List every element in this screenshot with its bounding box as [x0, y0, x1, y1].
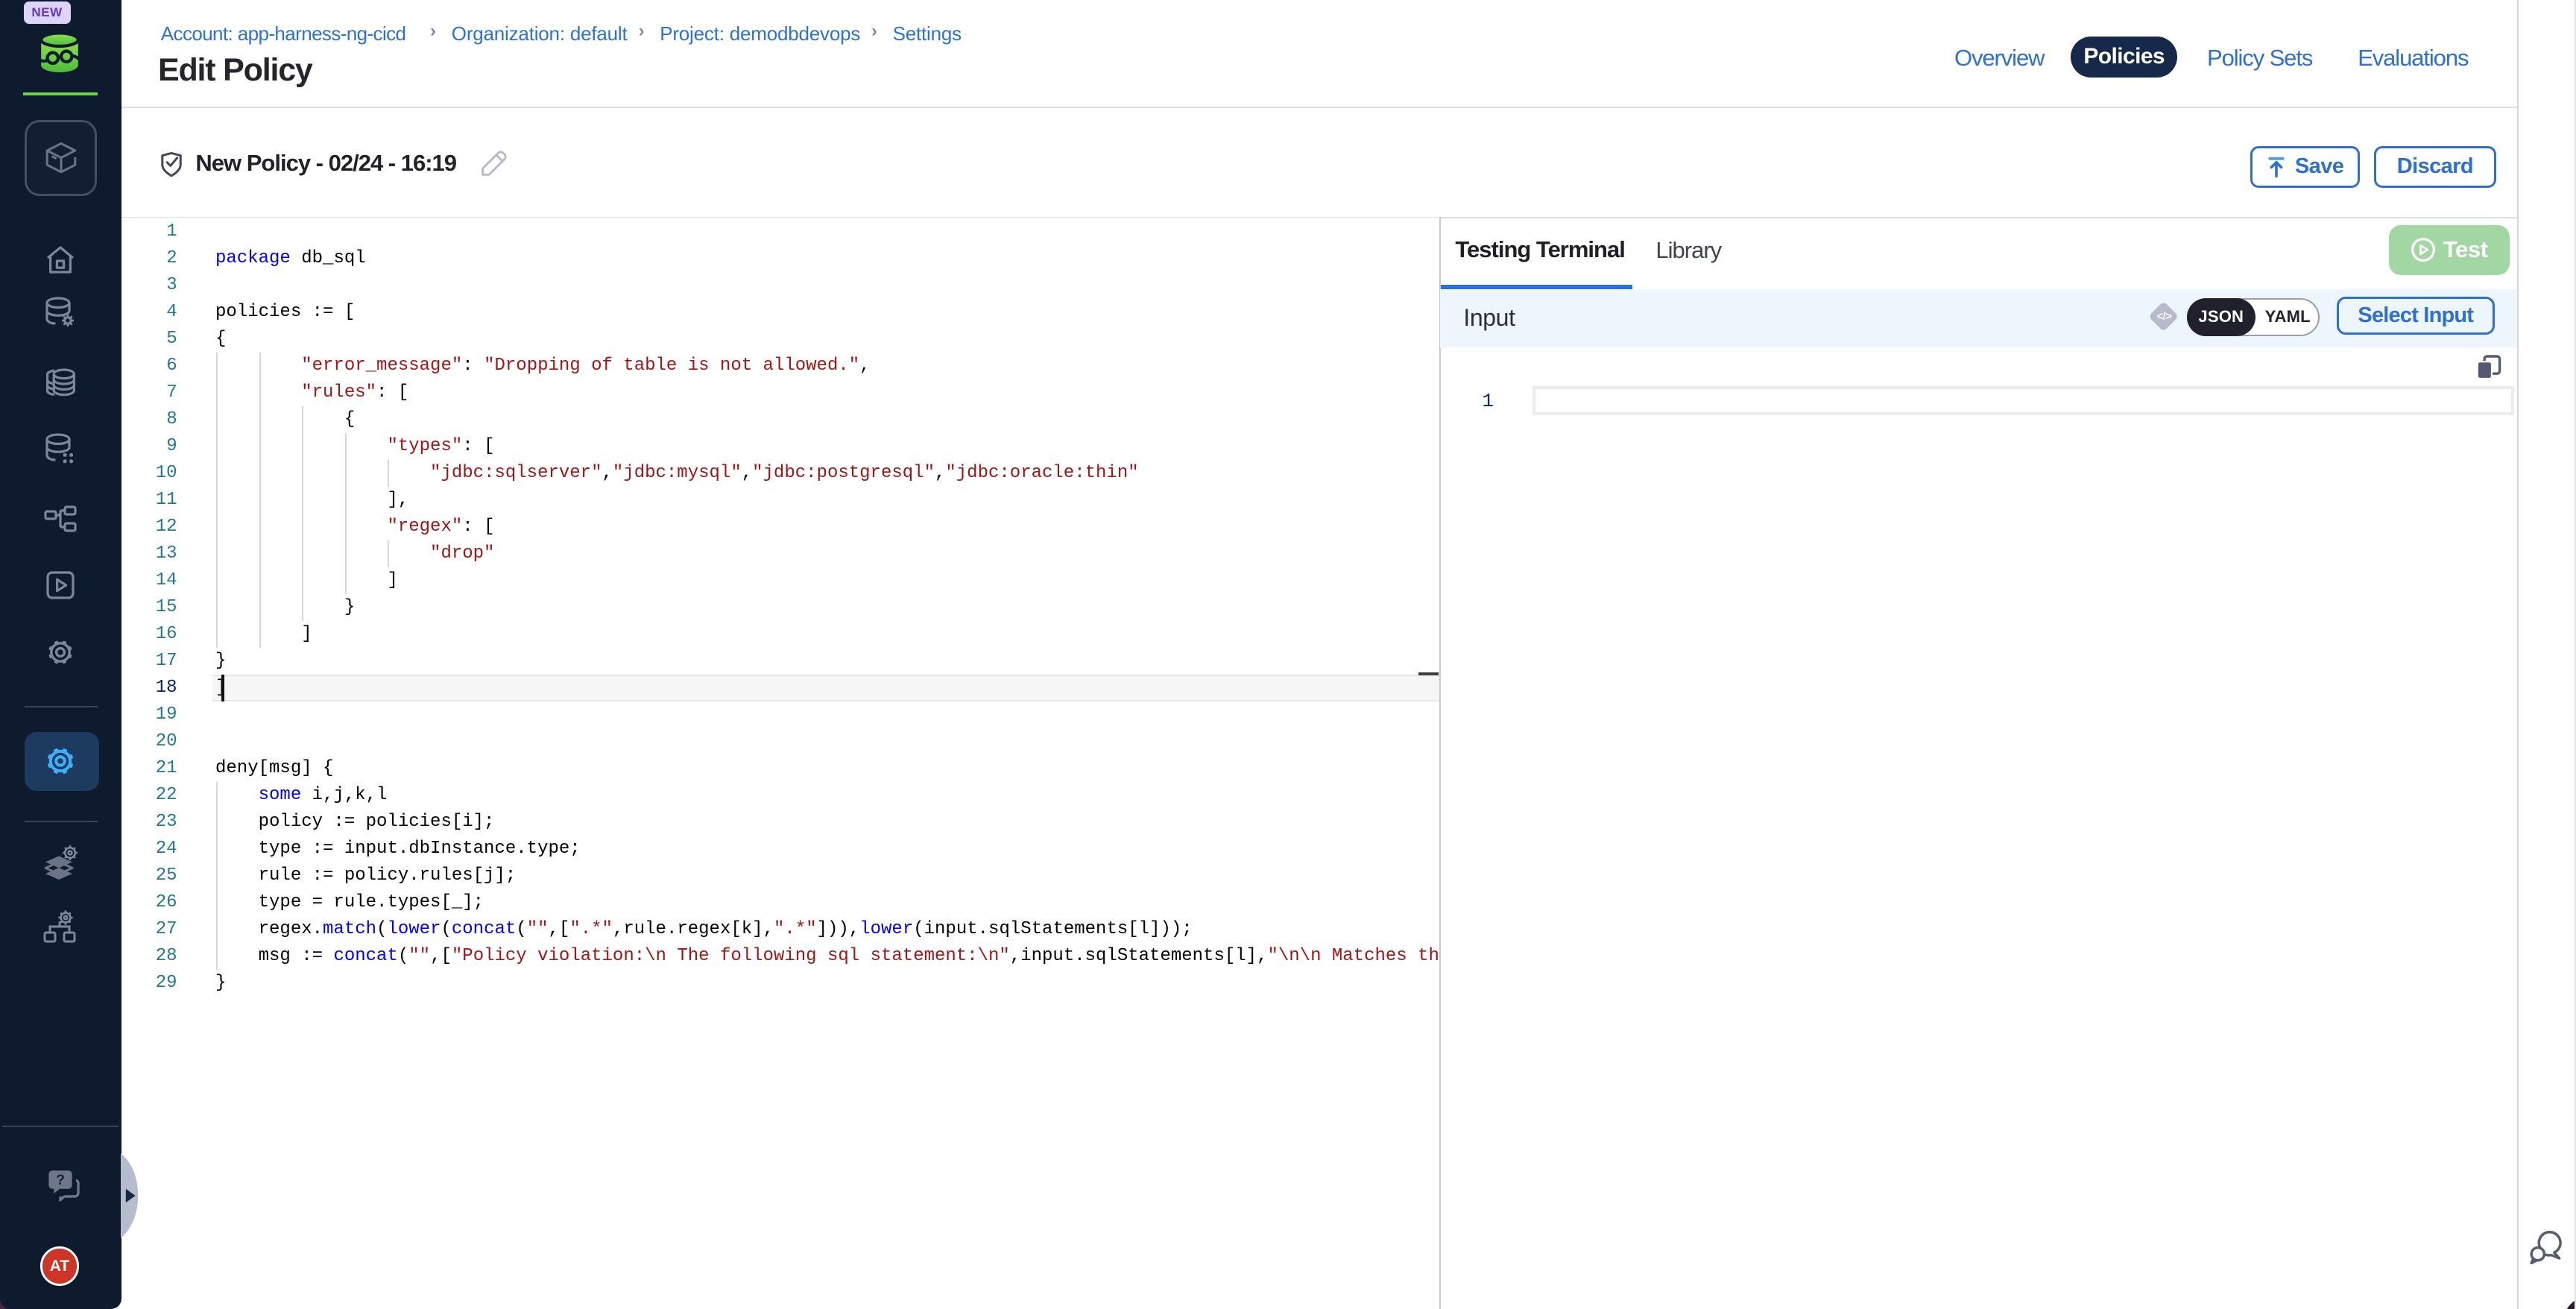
- svg-text:?: ?: [56, 1173, 65, 1188]
